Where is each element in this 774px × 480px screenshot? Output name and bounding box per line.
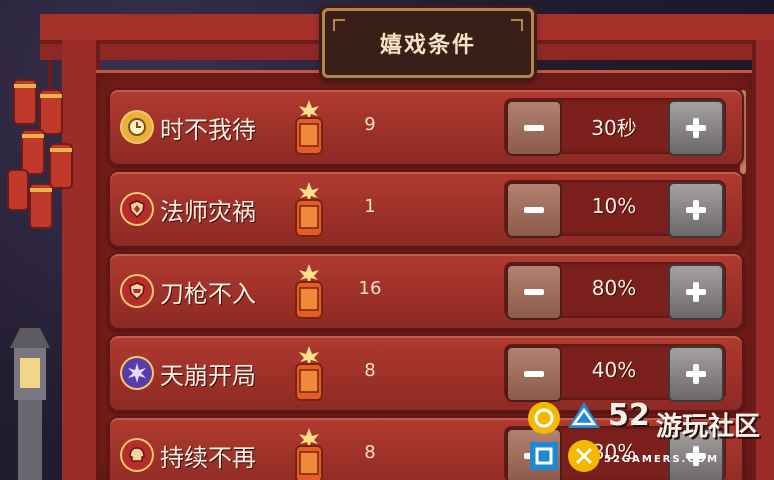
condition-value: 80% xyxy=(591,276,637,300)
firecracker-decoration xyxy=(7,60,73,229)
clock-icon xyxy=(122,112,152,142)
minus-icon xyxy=(524,289,544,295)
armor-shield-icon xyxy=(122,276,152,306)
condition-value: 40% xyxy=(591,358,637,382)
condition-row: 刀枪不入 16 80% xyxy=(108,252,744,330)
condition-name: 时不我待 xyxy=(160,116,256,144)
condition-item-count: 8 xyxy=(364,360,376,381)
condition-value: 30秒 xyxy=(591,116,637,140)
condition-stepper: 40% xyxy=(504,344,726,402)
increase-button[interactable] xyxy=(668,100,724,156)
firecracker-item-icon xyxy=(295,264,323,319)
mage-shield-icon xyxy=(122,194,152,224)
increase-button[interactable] xyxy=(668,182,724,238)
decrease-button[interactable] xyxy=(506,346,562,402)
condition-item-count: 16 xyxy=(358,278,382,299)
minus-icon xyxy=(524,125,544,131)
firecracker-item-icon xyxy=(295,428,323,480)
condition-item-count: 9 xyxy=(364,114,376,135)
condition-name: 持续不再 xyxy=(160,444,256,472)
increase-button[interactable] xyxy=(668,264,724,320)
condition-name: 法师灾祸 xyxy=(160,198,256,226)
firecracker-item-icon xyxy=(295,182,323,237)
watermark-number: 52 xyxy=(608,398,650,433)
increase-button[interactable] xyxy=(668,346,724,402)
condition-value: 10% xyxy=(591,194,637,218)
stone-lantern-decoration xyxy=(10,328,50,480)
page-title: 嬉戏条件 xyxy=(379,33,476,58)
plus-icon xyxy=(686,364,706,384)
burst-icon xyxy=(122,358,152,388)
firecracker-item-icon xyxy=(295,346,323,401)
watermark-text: 游玩社区 xyxy=(656,412,761,442)
condition-stepper: 30秒 xyxy=(504,98,726,156)
condition-row: 时不我待 9 30秒 xyxy=(108,88,744,166)
decrease-button[interactable] xyxy=(506,182,562,238)
firecracker-item-icon xyxy=(295,100,323,155)
condition-row: 法师灾祸 1 10% xyxy=(108,170,744,248)
condition-item-count: 1 xyxy=(364,196,376,217)
decrease-button[interactable] xyxy=(506,100,562,156)
title-plaque: 嬉戏条件 xyxy=(322,8,534,78)
condition-stepper: 80% xyxy=(504,262,726,320)
plus-icon xyxy=(686,200,706,220)
minus-icon xyxy=(524,207,544,213)
game-scene: 嬉戏条件 时不我待 9 30秒 法师灾祸 1 10% 刀枪不入 16 80% 天… xyxy=(0,0,774,480)
watermark-url: 52GAMERS.COM xyxy=(604,454,720,465)
helmet-icon xyxy=(122,440,152,470)
condition-stepper: 10% xyxy=(504,180,726,238)
plus-icon xyxy=(686,282,706,302)
condition-name: 天崩开局 xyxy=(160,362,256,390)
condition-item-count: 8 xyxy=(364,442,376,463)
decrease-button[interactable] xyxy=(506,264,562,320)
minus-icon xyxy=(524,371,544,377)
plus-icon xyxy=(686,118,706,138)
condition-name: 刀枪不入 xyxy=(160,280,256,308)
